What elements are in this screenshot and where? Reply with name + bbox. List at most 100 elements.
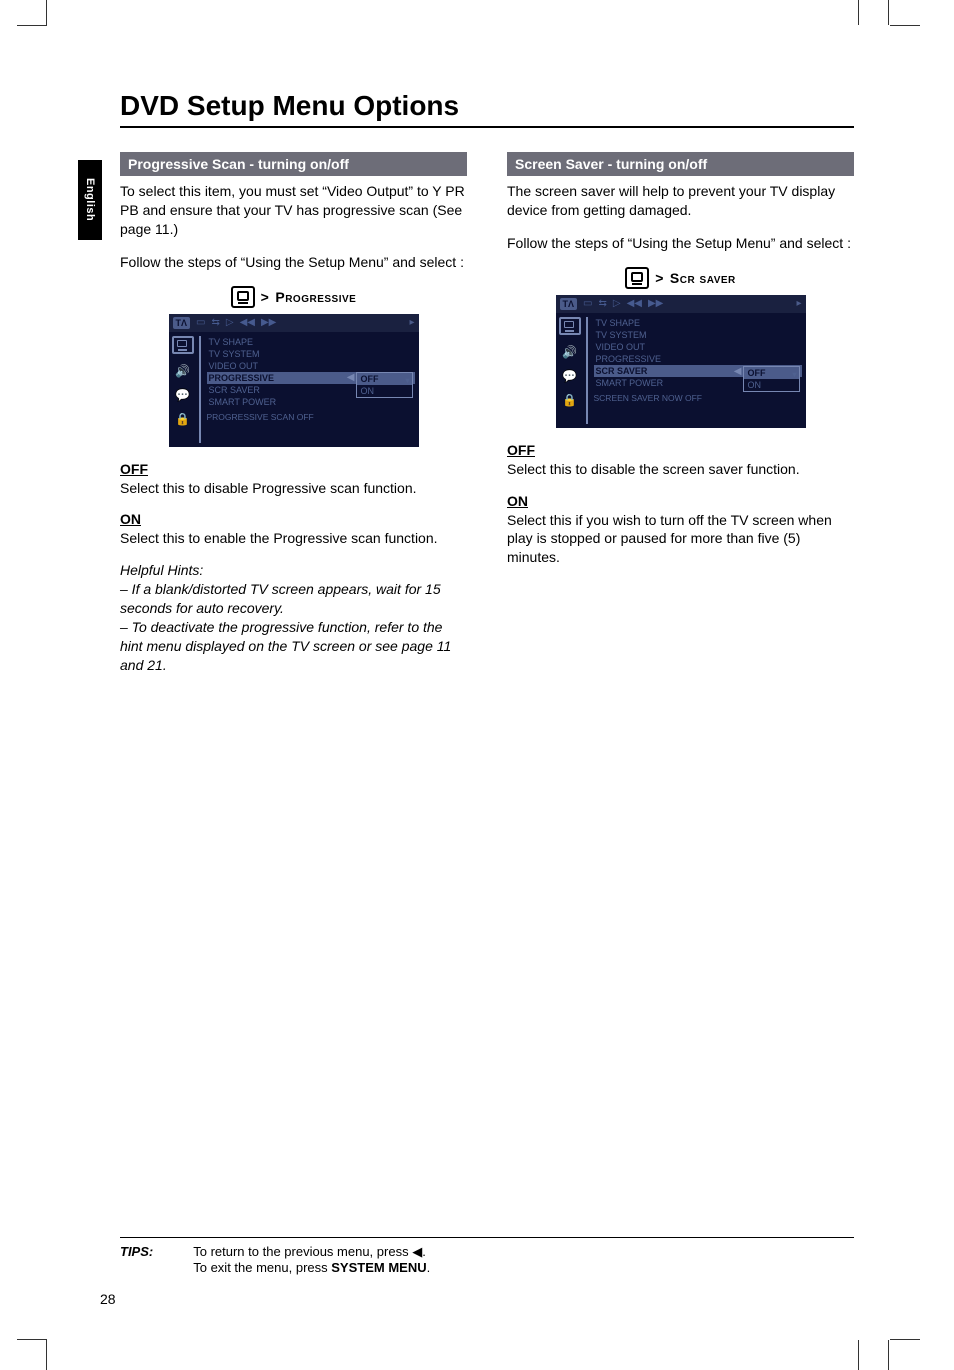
progressive-intro: To select this item, you must set “Video…	[120, 182, 467, 239]
osd-item: TV SYSTEM	[207, 348, 415, 360]
osd-left-icons: 🔊 💬 🔒	[556, 313, 584, 428]
page-title: DVD Setup Menu Options	[120, 90, 854, 128]
breadcrumb-label: Scr saver	[670, 270, 736, 286]
audio-category-icon: 🔊	[175, 364, 190, 378]
crop-mark	[890, 25, 920, 26]
progressive-steps-note: Follow the steps of “Using the Setup Men…	[120, 253, 467, 272]
tips-bold: SYSTEM MENU	[331, 1260, 426, 1275]
subtitle-icon: ▭	[196, 317, 205, 328]
osd-item: TV SHAPE	[594, 317, 802, 329]
osd-left-icons: 🔊 💬 🔒	[169, 332, 197, 447]
manual-page: English DVD Setup Menu Options Progressi…	[0, 0, 954, 1365]
section-heading-scrsaver: Screen Saver - turning on/off	[507, 152, 854, 176]
option-on-heading: ON	[507, 493, 854, 509]
tips-text: .	[422, 1244, 426, 1259]
tips-text: To exit the menu, press	[193, 1260, 331, 1275]
submenu-pointer-icon: ◀	[734, 366, 742, 377]
tips-label: TIPS:	[120, 1244, 153, 1275]
osd-sub-item-selected: OFF ▾	[357, 373, 412, 385]
osd-submenu: OFF ▾ ON	[743, 366, 800, 392]
tv-icon	[231, 286, 255, 308]
breadcrumb-sep: >	[655, 270, 664, 286]
video-category-icon	[559, 317, 581, 335]
osd-item-list: TV SHAPE TV SYSTEM VIDEO OUT PROGRESSIVE…	[590, 313, 806, 428]
play-icon: ▷	[613, 298, 621, 309]
osd-item: TV SYSTEM	[594, 329, 802, 341]
tips-text: .	[427, 1260, 431, 1275]
osd-sub-label: OFF	[361, 374, 379, 384]
osd-divider	[199, 336, 201, 443]
osd-divider	[586, 317, 588, 424]
content-columns: Progressive Scan - turning on/off To sel…	[120, 152, 854, 675]
tips-body: To return to the previous menu, press ◀.…	[193, 1244, 430, 1275]
right-column: Screen Saver - turning on/off The screen…	[507, 152, 854, 675]
osd-menu-scrsaver: TΛ ▭ ⇆ ▷ ◀◀ ▶▶ ▸ 🔊 💬 🔒	[556, 295, 806, 428]
osd-sub-item: ON	[744, 379, 799, 391]
crop-mark	[858, 1340, 859, 1370]
option-off-body: Select this to disable the screen saver …	[507, 460, 854, 479]
option-on-heading: ON	[120, 511, 467, 527]
osd-submenu: OFF ▾ ON	[356, 372, 413, 398]
rewind-icon: ◀◀	[627, 298, 642, 309]
subtitle-category-icon: 💬	[175, 388, 190, 402]
crop-mark	[888, 0, 889, 25]
osd-item-list: TV SHAPE TV SYSTEM VIDEO OUT PROGRESSIVE…	[203, 332, 419, 447]
crop-mark	[17, 25, 47, 26]
osd-menu-progressive: TΛ ▭ ⇆ ▷ ◀◀ ▶▶ ▸ 🔊 💬 🔒	[169, 314, 419, 447]
submenu-more-icon: ▾	[405, 376, 409, 385]
option-on-body: Select this to enable the Progressive sc…	[120, 529, 467, 548]
submenu-more-icon: ▾	[792, 370, 796, 379]
osd-sub-item: ON	[357, 385, 412, 397]
hint-text: – To deactivate the progressive function…	[120, 618, 467, 675]
tips-footer: TIPS: To return to the previous menu, pr…	[120, 1237, 854, 1275]
scrsaver-steps-note: Follow the steps of “Using the Setup Men…	[507, 234, 854, 253]
osd-body: 🔊 💬 🔒 TV SHAPE TV SYSTEM VIDEO OUT PROGR…	[169, 332, 419, 447]
forward-icon: ▶▶	[648, 298, 663, 309]
crop-mark	[888, 1340, 889, 1370]
breadcrumb: > Progressive	[120, 286, 467, 308]
crop-mark	[46, 0, 47, 25]
tips-text: To return to the previous menu, press	[193, 1244, 412, 1259]
osd-topbar-tab: TΛ	[560, 298, 578, 310]
language-tab: English	[78, 160, 102, 240]
scrsaver-intro: The screen saver will help to prevent yo…	[507, 182, 854, 220]
left-arrow-icon: ◀	[412, 1244, 422, 1259]
osd-item: VIDEO OUT	[207, 360, 415, 372]
osd-topbar: TΛ ▭ ⇆ ▷ ◀◀ ▶▶ ▸	[556, 295, 806, 313]
tips-line-1: To return to the previous menu, press ◀.	[193, 1244, 430, 1260]
audio-category-icon: 🔊	[562, 345, 577, 359]
left-column: Progressive Scan - turning on/off To sel…	[120, 152, 467, 675]
option-on-body: Select this if you wish to turn off the …	[507, 511, 854, 568]
video-category-icon	[172, 336, 194, 354]
option-off-body: Select this to disable Progressive scan …	[120, 479, 467, 498]
subtitle-icon: ▭	[583, 298, 592, 309]
lock-category-icon: 🔒	[562, 393, 577, 407]
hints-heading: Helpful Hints:	[120, 562, 467, 578]
osd-sub-item-selected: OFF ▾	[744, 367, 799, 379]
tips-line-2: To exit the menu, press SYSTEM MENU.	[193, 1260, 430, 1275]
hint-text: – If a blank/distorted TV screen appears…	[120, 580, 467, 618]
osd-sub-label: OFF	[748, 368, 766, 378]
osd-status-text: PROGRESSIVE SCAN OFF	[207, 412, 415, 422]
crop-mark	[890, 1339, 920, 1340]
osd-item: TV SHAPE	[207, 336, 415, 348]
breadcrumb-sep: >	[261, 289, 270, 305]
osd-item: VIDEO OUT	[594, 341, 802, 353]
rewind-icon: ◀◀	[240, 317, 255, 328]
scroll-right-icon: ▸	[796, 298, 801, 309]
section-heading-progressive: Progressive Scan - turning on/off	[120, 152, 467, 176]
osd-topbar: TΛ ▭ ⇆ ▷ ◀◀ ▶▶ ▸	[169, 314, 419, 332]
scroll-right-icon: ▸	[409, 317, 414, 328]
subtitle-category-icon: 💬	[562, 369, 577, 383]
option-off-heading: OFF	[507, 442, 854, 458]
forward-icon: ▶▶	[261, 317, 276, 328]
play-icon: ▷	[226, 317, 234, 328]
breadcrumb-label: Progressive	[275, 289, 356, 305]
lock-category-icon: 🔒	[175, 412, 190, 426]
submenu-pointer-icon: ◀	[347, 372, 355, 383]
breadcrumb: > Scr saver	[507, 267, 854, 289]
angle-icon: ⇆	[598, 298, 606, 309]
osd-status-text: SCREEN SAVER NOW OFF	[594, 393, 802, 403]
osd-item: PROGRESSIVE	[594, 353, 802, 365]
page-number: 28	[100, 1291, 116, 1307]
